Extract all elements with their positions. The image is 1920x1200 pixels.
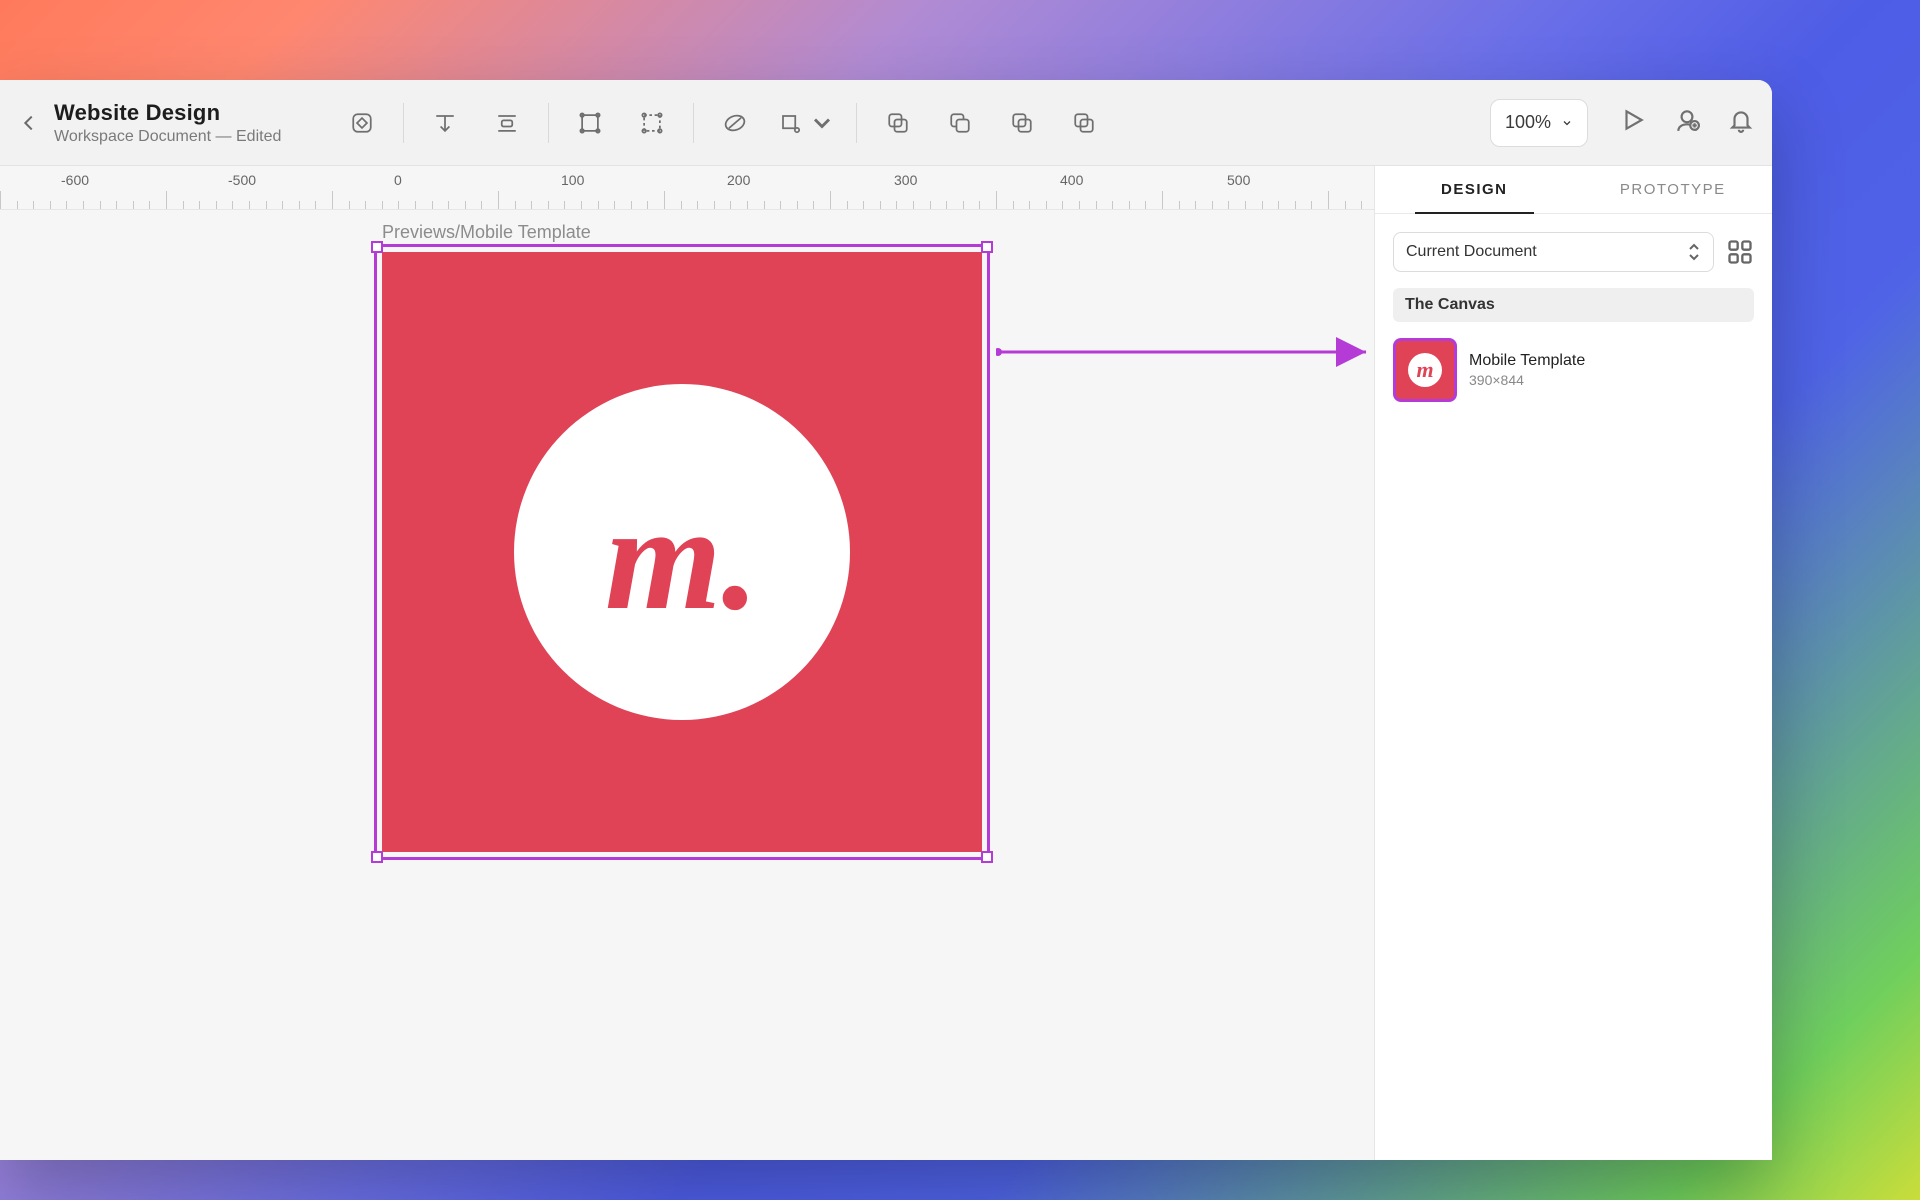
toolbar-separator: [856, 103, 857, 143]
resize-handle-ne[interactable]: [981, 241, 993, 253]
document-title: Website Design: [54, 100, 281, 126]
resize-handle-nw[interactable]: [371, 241, 383, 253]
ruler-label: 500: [1227, 172, 1250, 188]
group-button[interactable]: [563, 96, 617, 150]
asset-thumb-letter: m: [1408, 353, 1442, 387]
asset-dimensions: 390×844: [1469, 372, 1585, 388]
grid-view-icon[interactable]: [1726, 238, 1754, 266]
distribute-horizontal-button[interactable]: [480, 96, 534, 150]
stepper-icon: [1687, 243, 1701, 261]
ruler-label: -500: [228, 172, 256, 188]
ruler-label: 200: [727, 172, 750, 188]
zoom-select[interactable]: 100%: [1490, 99, 1588, 147]
resize-handle-sw[interactable]: [371, 851, 383, 863]
notifications-button[interactable]: [1728, 107, 1754, 138]
app-window: Website Design Workspace Document — Edit…: [0, 80, 1772, 1160]
toolbar: 100%: [335, 96, 1754, 150]
share-user-button[interactable]: [1674, 107, 1700, 138]
toolbar-separator: [693, 103, 694, 143]
artboard-label[interactable]: Previews/Mobile Template: [382, 222, 591, 243]
toolbar-separator: [403, 103, 404, 143]
document-subtitle: Workspace Document — Edited: [54, 128, 281, 146]
toolbar-separator: [548, 103, 549, 143]
color-adjust-button[interactable]: [708, 96, 762, 150]
inspector-section-header: The Canvas: [1393, 288, 1754, 322]
selection-outline: [374, 244, 990, 860]
inspector-tabs: DESIGN PROTOTYPE: [1375, 166, 1772, 214]
horizontal-ruler: -600 -500 0 100 200 300 400 500 /*ticks …: [0, 166, 1374, 210]
distribute-vertical-button[interactable]: [418, 96, 472, 150]
asset-thumbnail: m: [1393, 338, 1457, 402]
asset-name: Mobile Template: [1469, 352, 1585, 370]
canvas[interactable]: -600 -500 0 100 200 300 400 500 /*ticks …: [0, 166, 1374, 1160]
boolean-difference-button[interactable]: [1057, 96, 1111, 150]
ruler-label: 100: [561, 172, 584, 188]
annotation-arrow: [996, 332, 1374, 372]
desktop-background: Website Design Workspace Document — Edit…: [0, 0, 1920, 1200]
chevron-down-icon: [1561, 117, 1573, 129]
boolean-union-button[interactable]: [871, 96, 925, 150]
back-chevron-icon[interactable]: [18, 112, 40, 134]
ruler-label: -600: [61, 172, 89, 188]
inspector-panel: DESIGN PROTOTYPE Current Document The Ca…: [1374, 166, 1772, 1160]
boolean-subtract-button[interactable]: [933, 96, 987, 150]
frame-tool-button[interactable]: [770, 96, 842, 150]
chevron-down-icon: [808, 109, 836, 137]
ruler-label: 400: [1060, 172, 1083, 188]
ungroup-button[interactable]: [625, 96, 679, 150]
document-scope-select[interactable]: Current Document: [1393, 232, 1714, 272]
zoom-value: 100%: [1505, 112, 1551, 133]
ruler-label: 300: [894, 172, 917, 188]
asset-row[interactable]: m Mobile Template 390×844: [1393, 338, 1754, 402]
document-scope-value: Current Document: [1406, 243, 1537, 261]
insert-shape-button[interactable]: [335, 96, 389, 150]
tab-prototype[interactable]: PROTOTYPE: [1574, 166, 1773, 213]
ruler-label: 0: [394, 172, 402, 188]
document-title-block: Website Design Workspace Document — Edit…: [54, 100, 281, 146]
resize-handle-se[interactable]: [981, 851, 993, 863]
tab-design[interactable]: DESIGN: [1375, 166, 1574, 213]
boolean-intersect-button[interactable]: [995, 96, 1049, 150]
titlebar: Website Design Workspace Document — Edit…: [0, 80, 1772, 166]
play-preview-button[interactable]: [1620, 107, 1646, 138]
